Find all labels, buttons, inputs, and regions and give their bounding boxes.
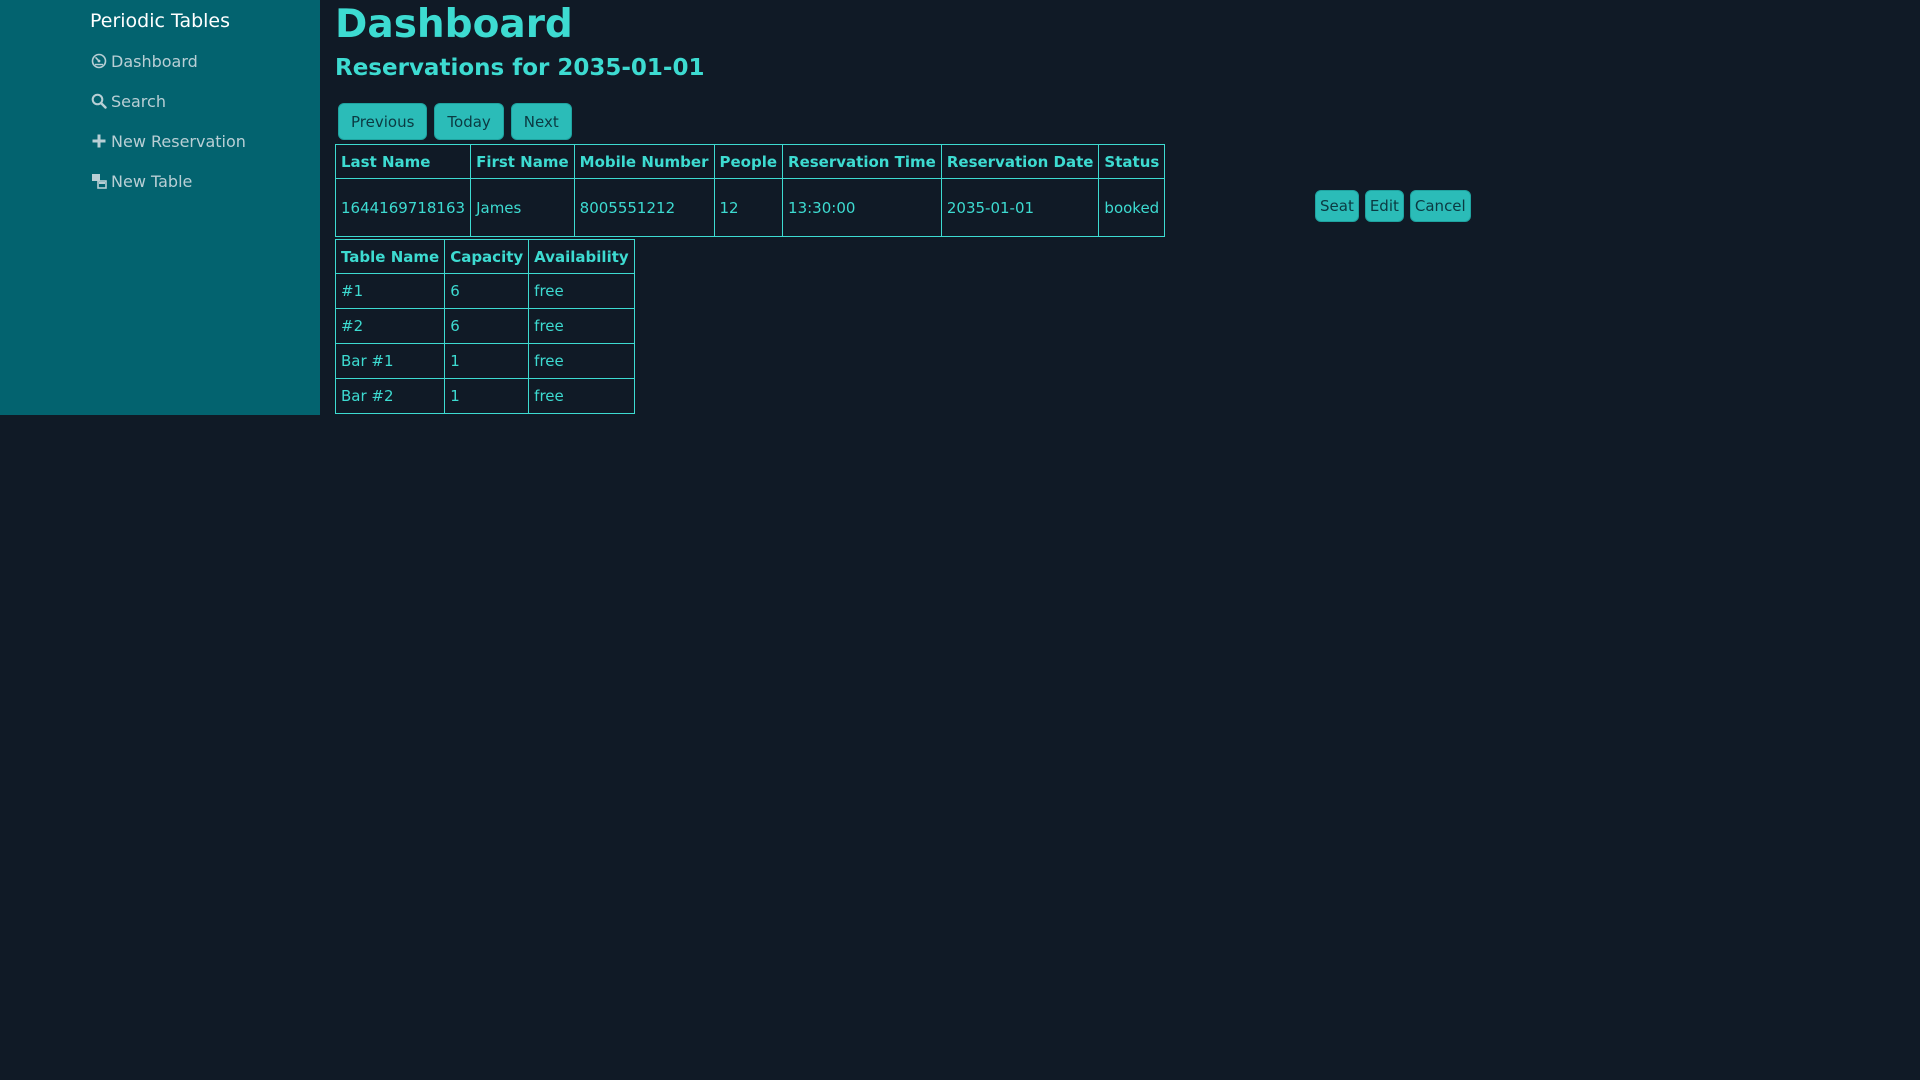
- table-name-cell: Bar #1: [334, 343, 446, 379]
- sidebar-item-new-table[interactable]: New Table: [90, 168, 192, 194]
- previous-button[interactable]: Previous: [338, 103, 428, 140]
- reservation-time-cell: 13:30:00: [782, 178, 942, 237]
- capacity-cell: 1: [444, 378, 530, 414]
- capacity-cell: 6: [444, 273, 530, 309]
- seat-button[interactable]: Seat: [1315, 190, 1359, 222]
- table-row: Bar #2 1 free: [334, 378, 635, 414]
- table-header-row: Last Name First Name Mobile Number Peopl…: [334, 144, 1166, 179]
- sidebar-item-label: Dashboard: [111, 51, 198, 71]
- sidebar-item-label: New Table: [111, 171, 193, 191]
- column-header: Capacity: [444, 239, 530, 274]
- column-header: Table Name: [334, 239, 446, 274]
- brand-title[interactable]: Periodic Tables: [0, 10, 320, 32]
- people-cell: 12: [713, 178, 784, 237]
- last-name-cell: 1644169718163: [334, 178, 472, 237]
- column-header: People: [713, 144, 784, 179]
- mobile-number-cell: 8005551212: [573, 178, 715, 237]
- column-header: Last Name: [334, 144, 472, 179]
- reservations-date-heading: Reservations for 2035-01-01: [335, 55, 705, 81]
- availability-cell: free: [528, 343, 635, 379]
- sidebar-item-label: Search: [111, 91, 166, 111]
- today-button[interactable]: Today: [434, 103, 504, 140]
- sidebar-item-dashboard[interactable]: Dashboard: [90, 48, 198, 74]
- table-row: 1644169718163 James 8005551212 12 13:30:…: [334, 178, 1166, 237]
- cancel-button[interactable]: Cancel: [1409, 190, 1471, 222]
- reservation-date-cell: 2035-01-01: [940, 178, 1100, 237]
- column-header: Reservation Date: [940, 144, 1100, 179]
- tables-table: Table Name Capacity Availability #1 6 fr…: [334, 239, 635, 414]
- availability-cell: free: [528, 378, 635, 414]
- table-name-cell: #1: [334, 273, 446, 309]
- date-navigation: Previous Today Next: [338, 103, 572, 140]
- table-icon: [90, 172, 108, 190]
- table-row: #2 6 free: [334, 308, 635, 344]
- capacity-cell: 1: [444, 343, 530, 379]
- sidebar-item-new-reservation[interactable]: New Reservation: [90, 128, 246, 154]
- reservations-table: Last Name First Name Mobile Number Peopl…: [334, 144, 1166, 237]
- sidebar-item-label: New Reservation: [111, 131, 246, 151]
- table-header-row: Table Name Capacity Availability: [334, 239, 635, 274]
- page-title: Dashboard: [335, 2, 573, 47]
- next-button[interactable]: Next: [510, 103, 572, 140]
- column-header: Status: [1098, 144, 1166, 179]
- capacity-cell: 6: [444, 308, 530, 344]
- plus-icon: [90, 132, 108, 150]
- sidebar: Periodic Tables Dashboard Search New Res…: [0, 0, 320, 415]
- sidebar-item-search[interactable]: Search: [90, 88, 166, 114]
- reservation-actions: Seat Edit Cancel: [1315, 190, 1471, 222]
- dashboard-icon: [90, 52, 108, 70]
- table-name-cell: Bar #2: [334, 378, 446, 414]
- column-header: Mobile Number: [573, 144, 715, 179]
- first-name-cell: James: [470, 178, 575, 237]
- table-row: #1 6 free: [334, 273, 635, 309]
- availability-cell: free: [528, 308, 635, 344]
- table-name-cell: #2: [334, 308, 446, 344]
- search-icon: [90, 92, 108, 110]
- edit-button[interactable]: Edit: [1364, 190, 1404, 222]
- column-header: Availability: [528, 239, 635, 274]
- availability-cell: free: [528, 273, 635, 309]
- status-cell: booked: [1098, 178, 1166, 237]
- table-row: Bar #1 1 free: [334, 343, 635, 379]
- column-header: First Name: [470, 144, 575, 179]
- column-header: Reservation Time: [782, 144, 942, 179]
